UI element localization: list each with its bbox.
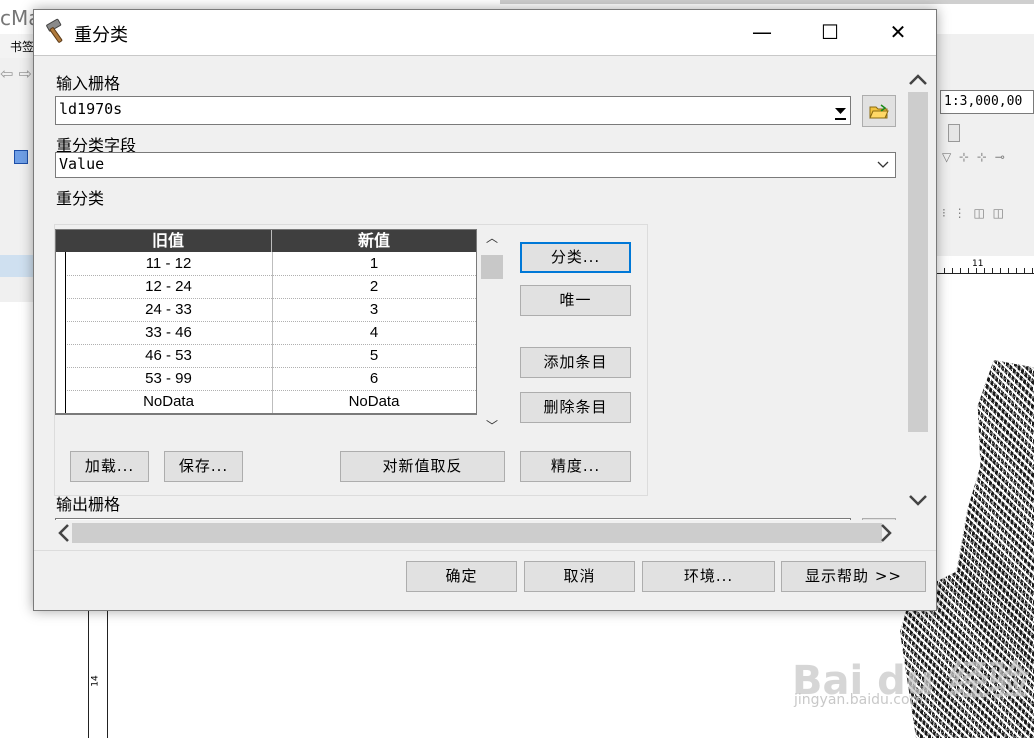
input-raster-value: ld1970s — [59, 100, 123, 118]
dropdown-arrow-icon[interactable] — [832, 101, 849, 123]
dialog-vertical-scrollbar[interactable] — [905, 64, 931, 544]
precision-button[interactable]: 精度... — [520, 451, 631, 482]
reclass-table[interactable]: 旧值 新值 11 - 12 1 12 - 24 2 24 - 33 3 33 -… — [55, 229, 477, 415]
background-back-extent-icon[interactable] — [14, 150, 28, 164]
output-raster-label: 输出栅格 — [56, 495, 121, 514]
titlebar-divider — [34, 55, 936, 56]
new-value-cell[interactable]: NoData — [272, 390, 476, 413]
reclassify-dialog: 重分类 — ☐ ✕ 输入栅格 ld1970s 重分类字段 Value 重分类 旧… — [33, 9, 937, 611]
footer-divider — [34, 550, 936, 551]
background-menu-bookmarks[interactable]: 书签 — [10, 38, 34, 55]
table-row[interactable]: 12 - 24 2 — [56, 275, 476, 299]
show-help-button[interactable]: 显示帮助 >> — [781, 561, 926, 592]
table-scrollbar[interactable]: ︿ ﹀ — [481, 229, 503, 435]
new-value-cell[interactable]: 4 — [272, 321, 476, 344]
column-header-new-values[interactable]: 新值 — [272, 230, 476, 252]
add-entry-button[interactable]: 添加条目 — [520, 347, 631, 378]
chevron-left-icon[interactable] — [54, 520, 74, 546]
old-value-cell[interactable]: 12 - 24 — [65, 275, 273, 298]
background-ruler-h-label: 11 — [972, 259, 984, 269]
background-vertical-ruler — [88, 606, 108, 738]
new-value-cell[interactable]: 6 — [272, 367, 476, 390]
ok-button[interactable]: 确定 — [406, 561, 517, 592]
minimize-button[interactable]: — — [728, 10, 796, 55]
dialog-titlebar[interactable]: 重分类 — ☐ ✕ — [34, 10, 936, 55]
old-value-cell[interactable]: 24 - 33 — [65, 298, 273, 321]
table-header: 旧值 新值 — [56, 230, 476, 252]
table-row[interactable]: 53 - 99 6 — [56, 367, 476, 391]
maximize-button[interactable]: ☐ — [796, 10, 864, 55]
browse-folder-button[interactable] — [862, 95, 896, 127]
new-value-cell[interactable]: 5 — [272, 344, 476, 367]
chevron-up-icon[interactable] — [905, 68, 931, 92]
unique-button[interactable]: 唯一 — [520, 285, 631, 316]
reclassification-label: 重分类 — [56, 189, 105, 208]
background-combo-arrow-icon[interactable] — [948, 124, 960, 142]
chevron-right-icon[interactable] — [876, 520, 896, 546]
reclass-field-select[interactable]: Value — [55, 152, 896, 178]
new-value-cell[interactable]: 3 — [272, 298, 476, 321]
old-value-cell[interactable]: NoData — [65, 390, 273, 413]
table-row[interactable]: 33 - 46 4 — [56, 321, 476, 345]
load-button[interactable]: 加载... — [70, 451, 149, 482]
save-button[interactable]: 保存... — [164, 451, 243, 482]
hammer-icon — [46, 18, 63, 43]
watermark-url: jingyan.baidu.com — [794, 692, 924, 708]
cancel-button[interactable]: 取消 — [524, 561, 635, 592]
reclass-field-value: Value — [59, 155, 105, 173]
background-scale-input[interactable]: 1:3,000,00 — [940, 90, 1034, 114]
open-folder-icon — [869, 103, 889, 118]
input-raster-label: 输入栅格 — [56, 74, 121, 93]
chevron-down-icon[interactable] — [905, 488, 931, 512]
close-button[interactable]: ✕ — [864, 10, 932, 55]
reverse-new-values-button[interactable]: 对新值取反 — [340, 451, 505, 482]
new-value-cell[interactable]: 1 — [272, 252, 476, 275]
old-value-cell[interactable]: 33 - 46 — [65, 321, 273, 344]
dialog-title: 重分类 — [74, 25, 128, 46]
environments-button[interactable]: 环境... — [642, 561, 775, 592]
chevron-down-icon[interactable] — [876, 160, 890, 170]
background-horizontal-ruler — [936, 258, 1034, 274]
background-edit-tools-icon[interactable]: ▽ ⊹ ⊹ ⊸ — [942, 150, 1007, 164]
table-row[interactable]: 11 - 12 1 — [56, 252, 476, 276]
delete-entry-button[interactable]: 删除条目 — [520, 392, 631, 423]
dialog-content: 输入栅格 ld1970s 重分类字段 Value 重分类 旧值 新值 11 - … — [54, 64, 906, 544]
old-value-cell[interactable]: 11 - 12 — [65, 252, 273, 275]
input-raster-combobox[interactable]: ld1970s — [55, 96, 851, 125]
background-right-toolbar — [936, 34, 1034, 256]
dialog-horizontal-scrollbar[interactable] — [54, 520, 906, 546]
classify-button[interactable]: 分类... — [520, 242, 631, 273]
old-value-cell[interactable]: 53 - 99 — [65, 367, 273, 390]
background-selected-toc-item[interactable] — [0, 255, 36, 277]
horizontal-scroll-thumb[interactable] — [72, 523, 882, 543]
column-header-old-values[interactable]: 旧值 — [65, 230, 272, 252]
background-top-strip — [500, 0, 1034, 4]
background-topology-tools-icon[interactable]: ⁝ ⋮ ◫ ◫ — [942, 206, 1006, 220]
old-value-cell[interactable]: 46 - 53 — [65, 344, 273, 367]
scroll-down-icon[interactable]: ﹀ — [481, 417, 503, 435]
table-scroll-thumb[interactable] — [481, 255, 503, 279]
background-nav-arrows-icon[interactable]: ⇦ ⇨ — [0, 64, 32, 83]
background-ruler-v-label: 14 — [90, 675, 101, 687]
dialog-scroll-thumb[interactable] — [908, 92, 928, 432]
table-row[interactable]: 46 - 53 5 — [56, 344, 476, 368]
scroll-up-icon[interactable]: ︿ — [481, 229, 503, 247]
table-row[interactable]: NoData NoData — [56, 390, 476, 414]
table-row[interactable]: 24 - 33 3 — [56, 298, 476, 322]
new-value-cell[interactable]: 2 — [272, 275, 476, 298]
